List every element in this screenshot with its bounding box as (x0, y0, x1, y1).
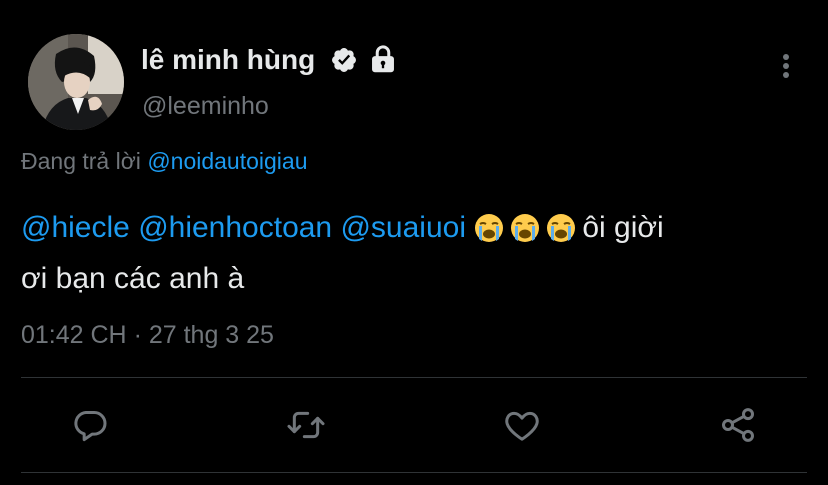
tweet-time: 01:42 CH (21, 321, 127, 349)
mention-link[interactable]: @hienhoctoan (138, 211, 332, 244)
retweet-icon (287, 411, 325, 439)
avatar-photo-icon (28, 34, 124, 130)
tweet-timestamp[interactable]: 01:42 CH · 27 thg 3 25 (21, 321, 274, 350)
reply-button[interactable] (70, 405, 110, 445)
share-button[interactable] (718, 405, 758, 445)
divider (21, 472, 807, 473)
avatar[interactable] (28, 34, 124, 130)
crying-face-emoji-icon (547, 214, 576, 242)
user-handle[interactable]: @leeminho (142, 92, 269, 121)
mention-link[interactable]: @suaiuoi (340, 211, 466, 244)
tweet-body-text: ơi bạn các anh à (21, 262, 245, 295)
display-name[interactable]: lê minh hùng (141, 44, 315, 76)
mention-link[interactable]: @hiecle (21, 211, 130, 244)
tweet-date: 27 thg 3 25 (148, 321, 274, 349)
crying-face-emoji-icon (511, 214, 540, 242)
replying-to-mention[interactable]: @noidautoigiau (147, 148, 307, 174)
lock-icon (372, 45, 394, 73)
more-options-icon[interactable] (774, 52, 798, 80)
replying-to-label: Đang trả lời (21, 148, 148, 174)
tweet-body-text: ôi giời (582, 211, 664, 244)
verified-badge-icon (332, 48, 356, 72)
reply-icon (74, 411, 107, 442)
retweet-button[interactable] (286, 405, 326, 445)
share-icon (721, 408, 755, 442)
replying-to-line: Đang trả lời @noidautoigiau (21, 148, 308, 175)
crying-face-emoji-icon (475, 214, 504, 242)
tweet-text: @hiecle @hienhoctoan @suaiuoi ôi giời ơi… (21, 202, 811, 304)
like-button[interactable] (502, 405, 542, 445)
divider (21, 377, 807, 378)
meta-separator: · (126, 321, 149, 349)
heart-icon (505, 411, 539, 441)
